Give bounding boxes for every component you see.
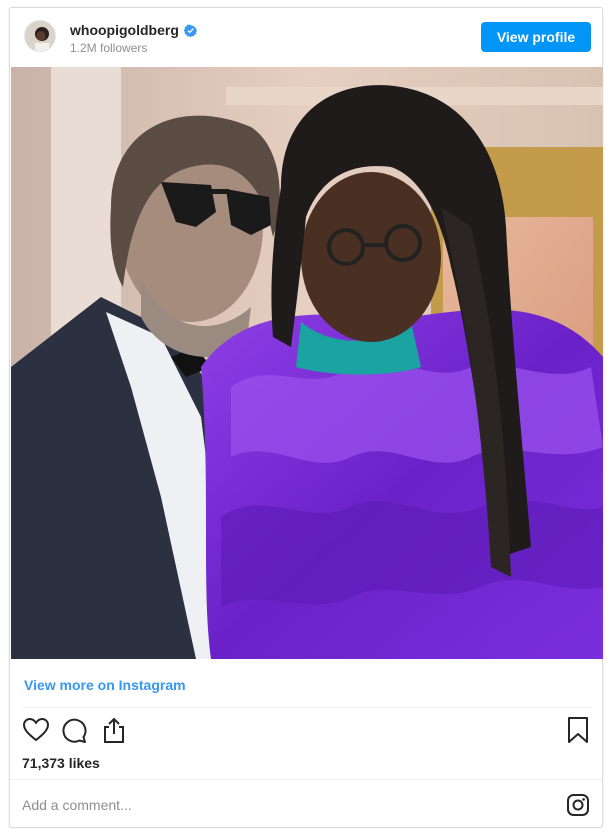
comment-input[interactable] [22, 793, 542, 817]
heart-icon[interactable] [22, 716, 50, 744]
avatar-image [25, 21, 55, 51]
post-header: whoopigoldberg 1.2M followers View profi… [10, 8, 602, 67]
share-icon[interactable] [100, 716, 128, 744]
verified-badge-icon [183, 24, 198, 37]
bookmark-icon[interactable] [564, 716, 592, 744]
username-row: whoopigoldberg [70, 22, 198, 38]
likes-count: 71,373 likes [22, 755, 100, 771]
instagram-logo-icon[interactable] [566, 793, 590, 817]
followers-count: 1.2M followers [70, 41, 148, 55]
photo-illustration [11, 67, 603, 659]
action-bar [22, 716, 592, 750]
username[interactable]: whoopigoldberg [70, 22, 179, 38]
comment-row [10, 779, 602, 829]
post-image[interactable] [11, 67, 603, 659]
view-profile-button[interactable]: View profile [481, 22, 591, 52]
comment-bubble-icon[interactable] [60, 716, 88, 744]
view-more-link[interactable]: View more on Instagram [24, 677, 186, 693]
instagram-embed: whoopigoldberg 1.2M followers View profi… [9, 7, 603, 828]
divider [22, 707, 592, 708]
avatar[interactable] [24, 20, 56, 52]
